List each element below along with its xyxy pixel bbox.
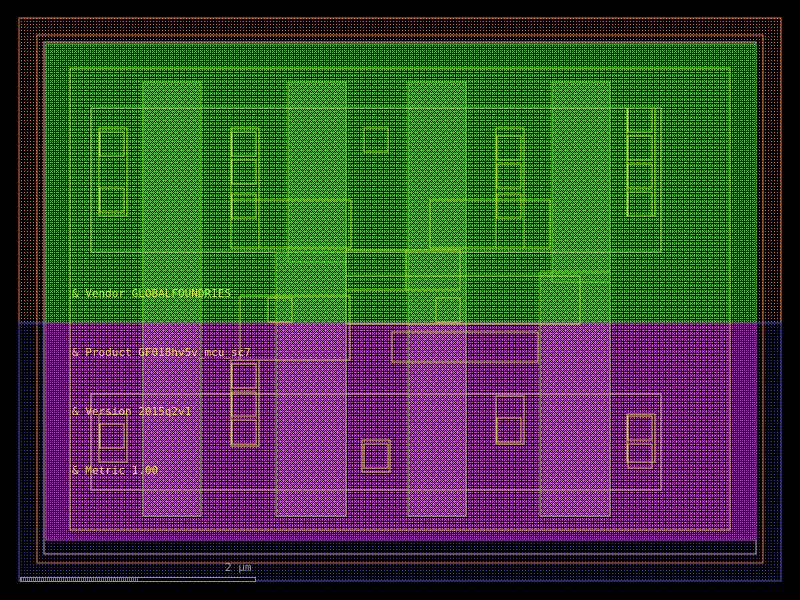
annotation-vendor: & Vendor GLOBALFOUNDRIES xyxy=(72,287,231,300)
annotation-version: & Version 2015q2v1 xyxy=(72,405,192,418)
scale-bar-fill xyxy=(21,578,139,581)
scale-bar xyxy=(20,577,256,582)
layout-canvas[interactable] xyxy=(0,0,800,600)
scale-bar-label: 2 µm xyxy=(225,561,252,574)
annotation-metric: & Metric 1.00 xyxy=(72,464,159,477)
annotation-product: & Product GF018hv5v_mcu_sc7 xyxy=(72,346,251,359)
